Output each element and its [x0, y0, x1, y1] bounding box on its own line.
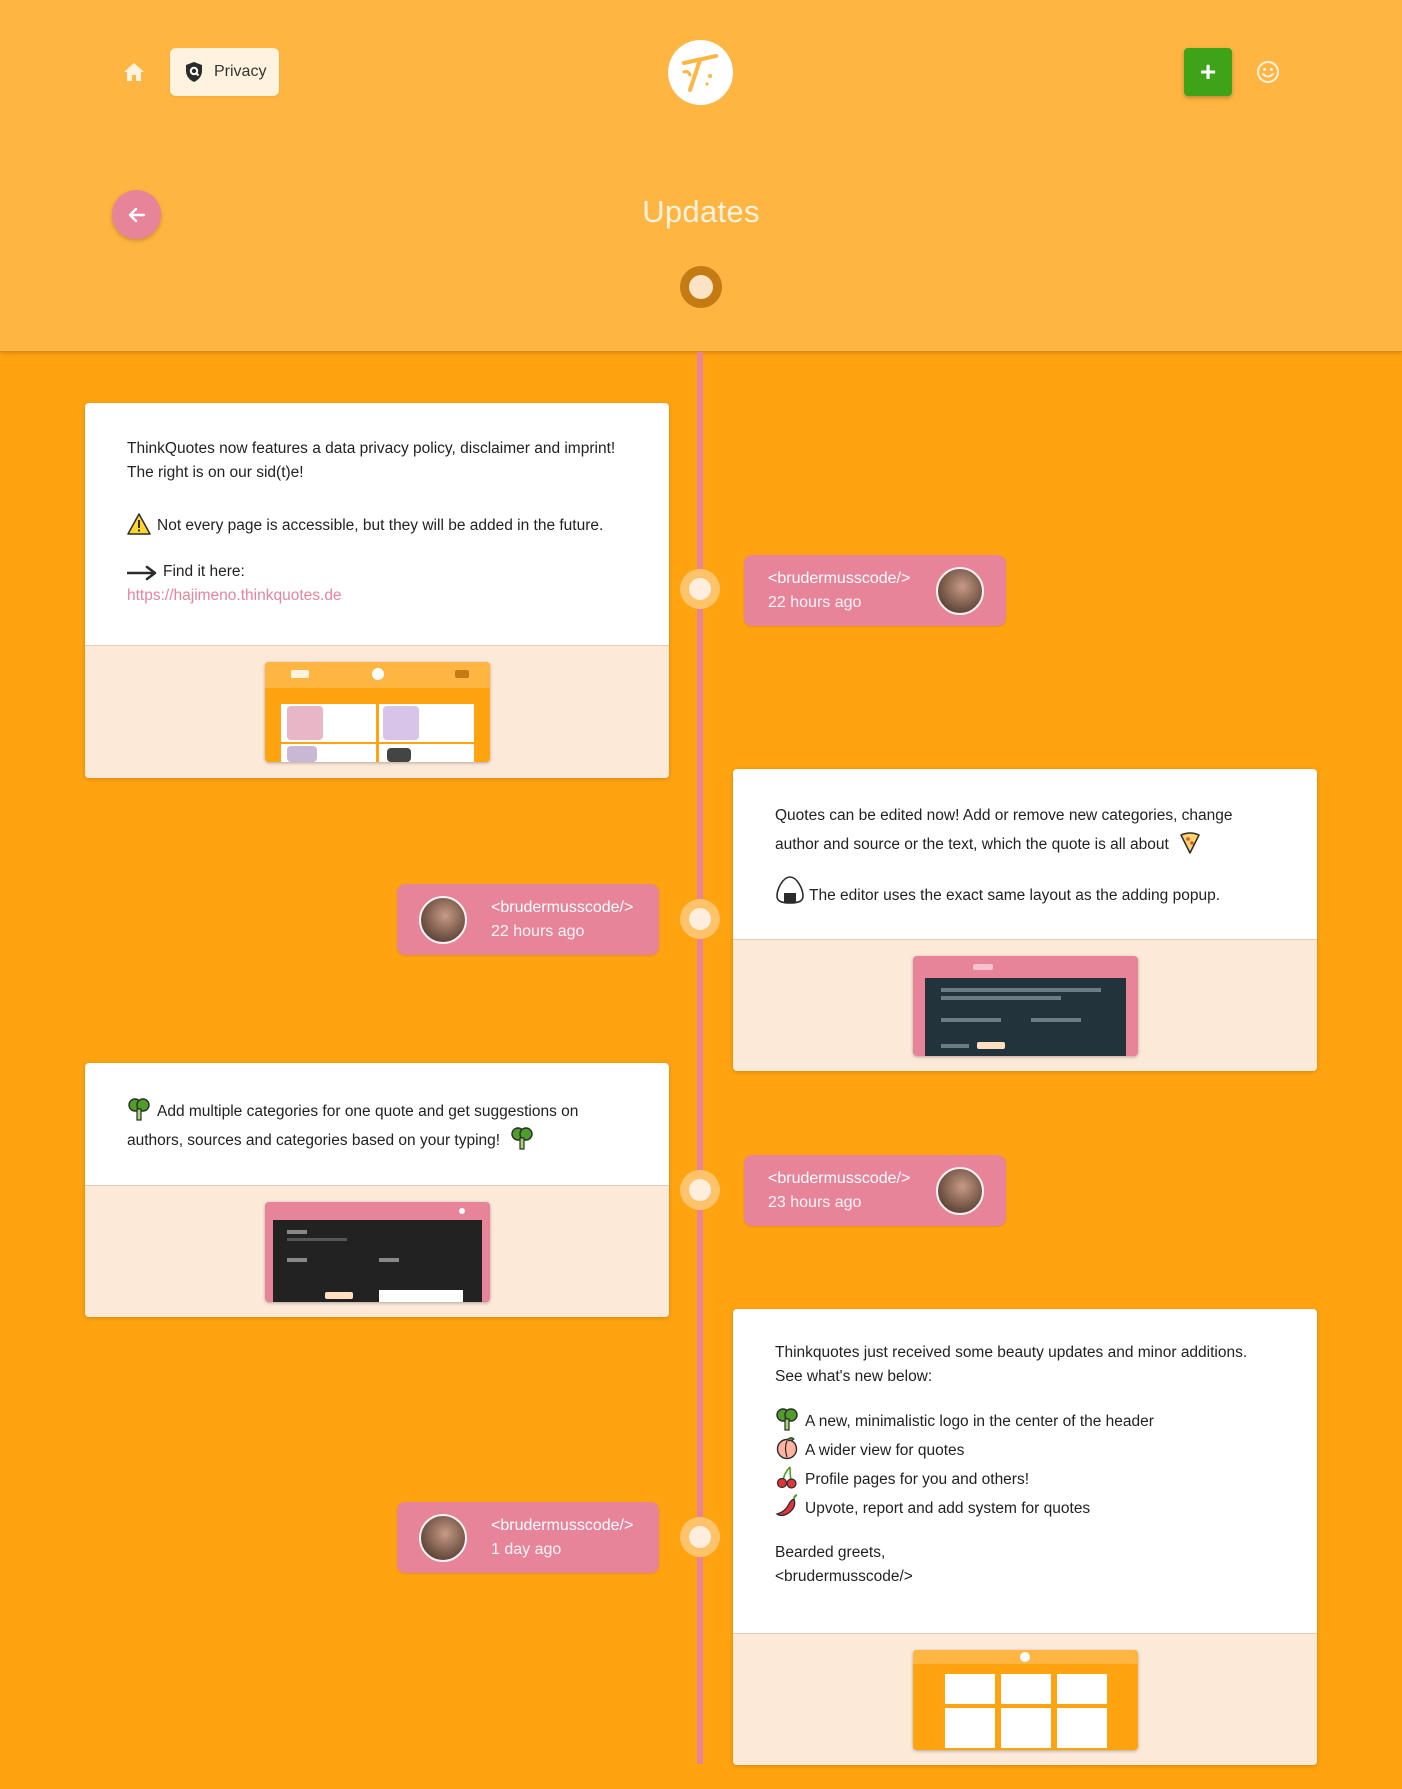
update-card: ThinkQuotes now features a data privacy …	[85, 403, 669, 778]
privacy-label: Privacy	[214, 63, 267, 80]
peach-icon	[776, 1437, 798, 1460]
update-text: The right is on our sid(t)e!	[127, 464, 304, 481]
page-title: Updates	[642, 194, 760, 229]
screenshot-area	[733, 1633, 1317, 1765]
home-button[interactable]	[118, 56, 150, 88]
author-name: <brudermusscode/>	[491, 898, 634, 916]
broccoli-icon	[128, 1098, 150, 1121]
timeline-start-dot	[680, 266, 722, 308]
post-time: 23 hours ago	[768, 1193, 862, 1211]
author-name: <brudermusscode/>	[491, 1516, 634, 1534]
screenshot-thumbnail[interactable]	[912, 1650, 1138, 1750]
update-text: A wider view for quotes	[805, 1442, 965, 1459]
update-text: Not every page is accessible, but they w…	[157, 517, 604, 534]
screenshot-thumbnail[interactable]	[912, 956, 1138, 1056]
shield-icon	[186, 62, 202, 82]
update-text: Find it here:	[163, 563, 245, 580]
screenshot-area	[733, 939, 1317, 1071]
author-badge[interactable]: <brudermusscode/> 22 hours ago	[397, 884, 659, 955]
smiley-icon	[1257, 61, 1279, 83]
update-card: Quotes can be edited now! Add or remove …	[733, 769, 1317, 1071]
update-card-body: Quotes can be edited now! Add or remove …	[733, 769, 1317, 939]
profile-button[interactable]	[1254, 58, 1282, 86]
privacy-button[interactable]: Privacy	[170, 48, 279, 96]
update-card: Add multiple categories for one quote an…	[85, 1063, 669, 1317]
post-time: 22 hours ago	[768, 593, 862, 611]
update-text: Thinkquotes just received some beauty up…	[775, 1344, 1248, 1361]
timeline-dot	[680, 899, 720, 939]
broccoli-icon	[776, 1408, 798, 1431]
hot-pepper-icon	[775, 1494, 798, 1517]
avatar[interactable]	[936, 1166, 984, 1215]
post-time: 22 hours ago	[491, 922, 585, 940]
update-text: A new, minimalistic logo in the center o…	[805, 1413, 1154, 1430]
update-text: authors, sources and categories based on…	[127, 1132, 501, 1149]
avatar[interactable]	[419, 895, 467, 944]
timeline-dot	[680, 1170, 720, 1210]
update-text: Quotes can be edited now! Add or remove …	[775, 807, 1233, 824]
update-card-body: Add multiple categories for one quote an…	[85, 1063, 669, 1185]
author-name: <brudermusscode/>	[768, 1169, 911, 1187]
update-text: Profile pages for you and others!	[805, 1471, 1030, 1488]
author-badge[interactable]: <brudermusscode/> 22 hours ago	[744, 555, 1006, 626]
home-icon	[124, 63, 144, 81]
author-badge[interactable]: <brudermusscode/> 1 day ago	[397, 1502, 659, 1573]
update-card: Thinkquotes just received some beauty up…	[733, 1309, 1317, 1765]
update-text: The editor uses the exact same layout as…	[809, 887, 1221, 904]
update-text: Upvote, report and add system for quotes	[805, 1500, 1091, 1517]
rice-ball-icon	[776, 876, 804, 904]
update-text: Bearded greets,	[775, 1544, 886, 1561]
plus-icon: +	[1199, 56, 1217, 87]
update-text: See what's new below:	[775, 1368, 933, 1385]
avatar[interactable]	[936, 566, 984, 615]
timeline-dot	[680, 569, 720, 609]
update-text: Add multiple categories for one quote an…	[157, 1103, 579, 1120]
avatar[interactable]	[419, 1513, 467, 1562]
add-quote-button[interactable]: +	[1184, 48, 1232, 96]
warning-icon	[127, 513, 151, 535]
broccoli-icon	[511, 1127, 534, 1150]
author-badge[interactable]: <brudermusscode/> 23 hours ago	[744, 1155, 1006, 1226]
update-card-body: Thinkquotes just received some beauty up…	[733, 1309, 1317, 1633]
screenshot-area	[85, 645, 669, 778]
pizza-icon	[1180, 832, 1200, 854]
timeline-dot	[680, 1517, 720, 1557]
screenshot-thumbnail[interactable]	[264, 662, 490, 762]
app-header: Privacy + Updates	[0, 0, 1402, 352]
update-card-body: ThinkQuotes now features a data privacy …	[85, 403, 669, 645]
update-text: ThinkQuotes now features a data privacy …	[127, 440, 616, 457]
screenshot-thumbnail[interactable]	[264, 1202, 490, 1302]
update-text: <brudermusscode/>	[775, 1568, 913, 1585]
thinkquotes-link[interactable]: https://hajimeno.thinkquotes.de	[127, 587, 342, 604]
arrow-right-icon	[127, 565, 157, 581]
screenshot-area	[85, 1185, 669, 1317]
logo-icon	[681, 53, 718, 92]
author-name: <brudermusscode/>	[768, 569, 911, 587]
thinkquotes-logo[interactable]	[668, 40, 733, 105]
post-time: 1 day ago	[491, 1540, 562, 1558]
cherries-icon	[776, 1466, 797, 1489]
update-text: author and source or the text, which the…	[775, 836, 1169, 853]
